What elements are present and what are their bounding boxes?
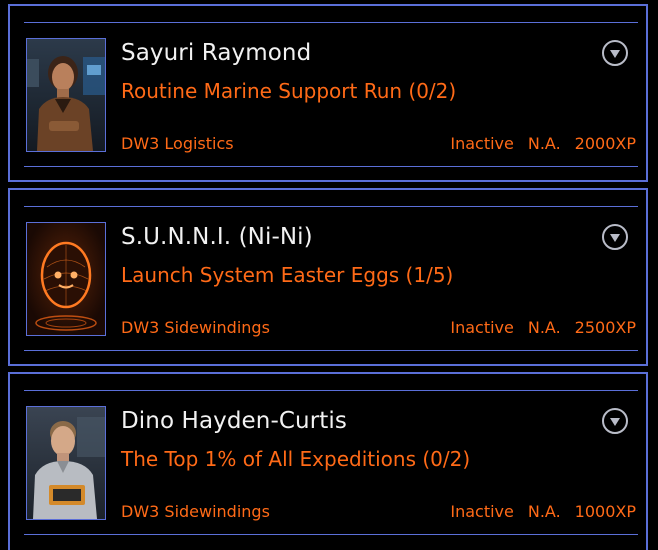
availability-label: N.A.: [527, 318, 561, 337]
chevron-down-circle-icon[interactable]: [602, 40, 628, 66]
xp-label: 2500XP: [574, 318, 636, 337]
mission-card[interactable]: Dino Hayden-Curtis The Top 1% of All Exp…: [8, 372, 648, 550]
xp-label: 1000XP: [574, 502, 636, 521]
status-label: Inactive: [450, 134, 514, 153]
character-name: Sayuri Raymond: [121, 40, 312, 66]
status-label: Inactive: [450, 502, 514, 521]
card-divider-bottom: [24, 534, 638, 535]
organization-label: DW3 Logistics: [121, 134, 234, 153]
mission-list: Sayuri Raymond Routine Marine Support Ru…: [0, 0, 658, 550]
card-divider-bottom: [24, 166, 638, 167]
chevron-down-circle-icon[interactable]: [602, 408, 628, 434]
mission-meta: Inactive N.A. 2500XP: [450, 318, 636, 337]
character-name: Dino Hayden-Curtis: [121, 408, 347, 434]
organization-label: DW3 Sidewindings: [121, 318, 270, 337]
card-divider-bottom: [24, 350, 638, 351]
xp-label: 2000XP: [574, 134, 636, 153]
card-divider-top: [24, 22, 638, 23]
mission-meta: Inactive N.A. 2000XP: [450, 134, 636, 153]
card-divider-top: [24, 390, 638, 391]
character-name: S.U.N.N.I. (Ni-Ni): [121, 224, 313, 250]
organization-label: DW3 Sidewindings: [121, 502, 270, 521]
character-portrait: [26, 406, 106, 520]
availability-label: N.A.: [527, 502, 561, 521]
mission-card[interactable]: S.U.N.N.I. (Ni-Ni) Launch System Easter …: [8, 188, 648, 366]
status-label: Inactive: [450, 318, 514, 337]
card-divider-top: [24, 206, 638, 207]
character-portrait: [26, 222, 106, 336]
mission-card[interactable]: Sayuri Raymond Routine Marine Support Ru…: [8, 4, 648, 182]
chevron-down-circle-icon[interactable]: [602, 224, 628, 250]
mission-title: Routine Marine Support Run (0/2): [121, 79, 457, 103]
mission-title: Launch System Easter Eggs (1/5): [121, 263, 454, 287]
availability-label: N.A.: [527, 134, 561, 153]
mission-meta: Inactive N.A. 1000XP: [450, 502, 636, 521]
character-portrait: [26, 38, 106, 152]
mission-title: The Top 1% of All Expeditions (0/2): [121, 447, 471, 471]
